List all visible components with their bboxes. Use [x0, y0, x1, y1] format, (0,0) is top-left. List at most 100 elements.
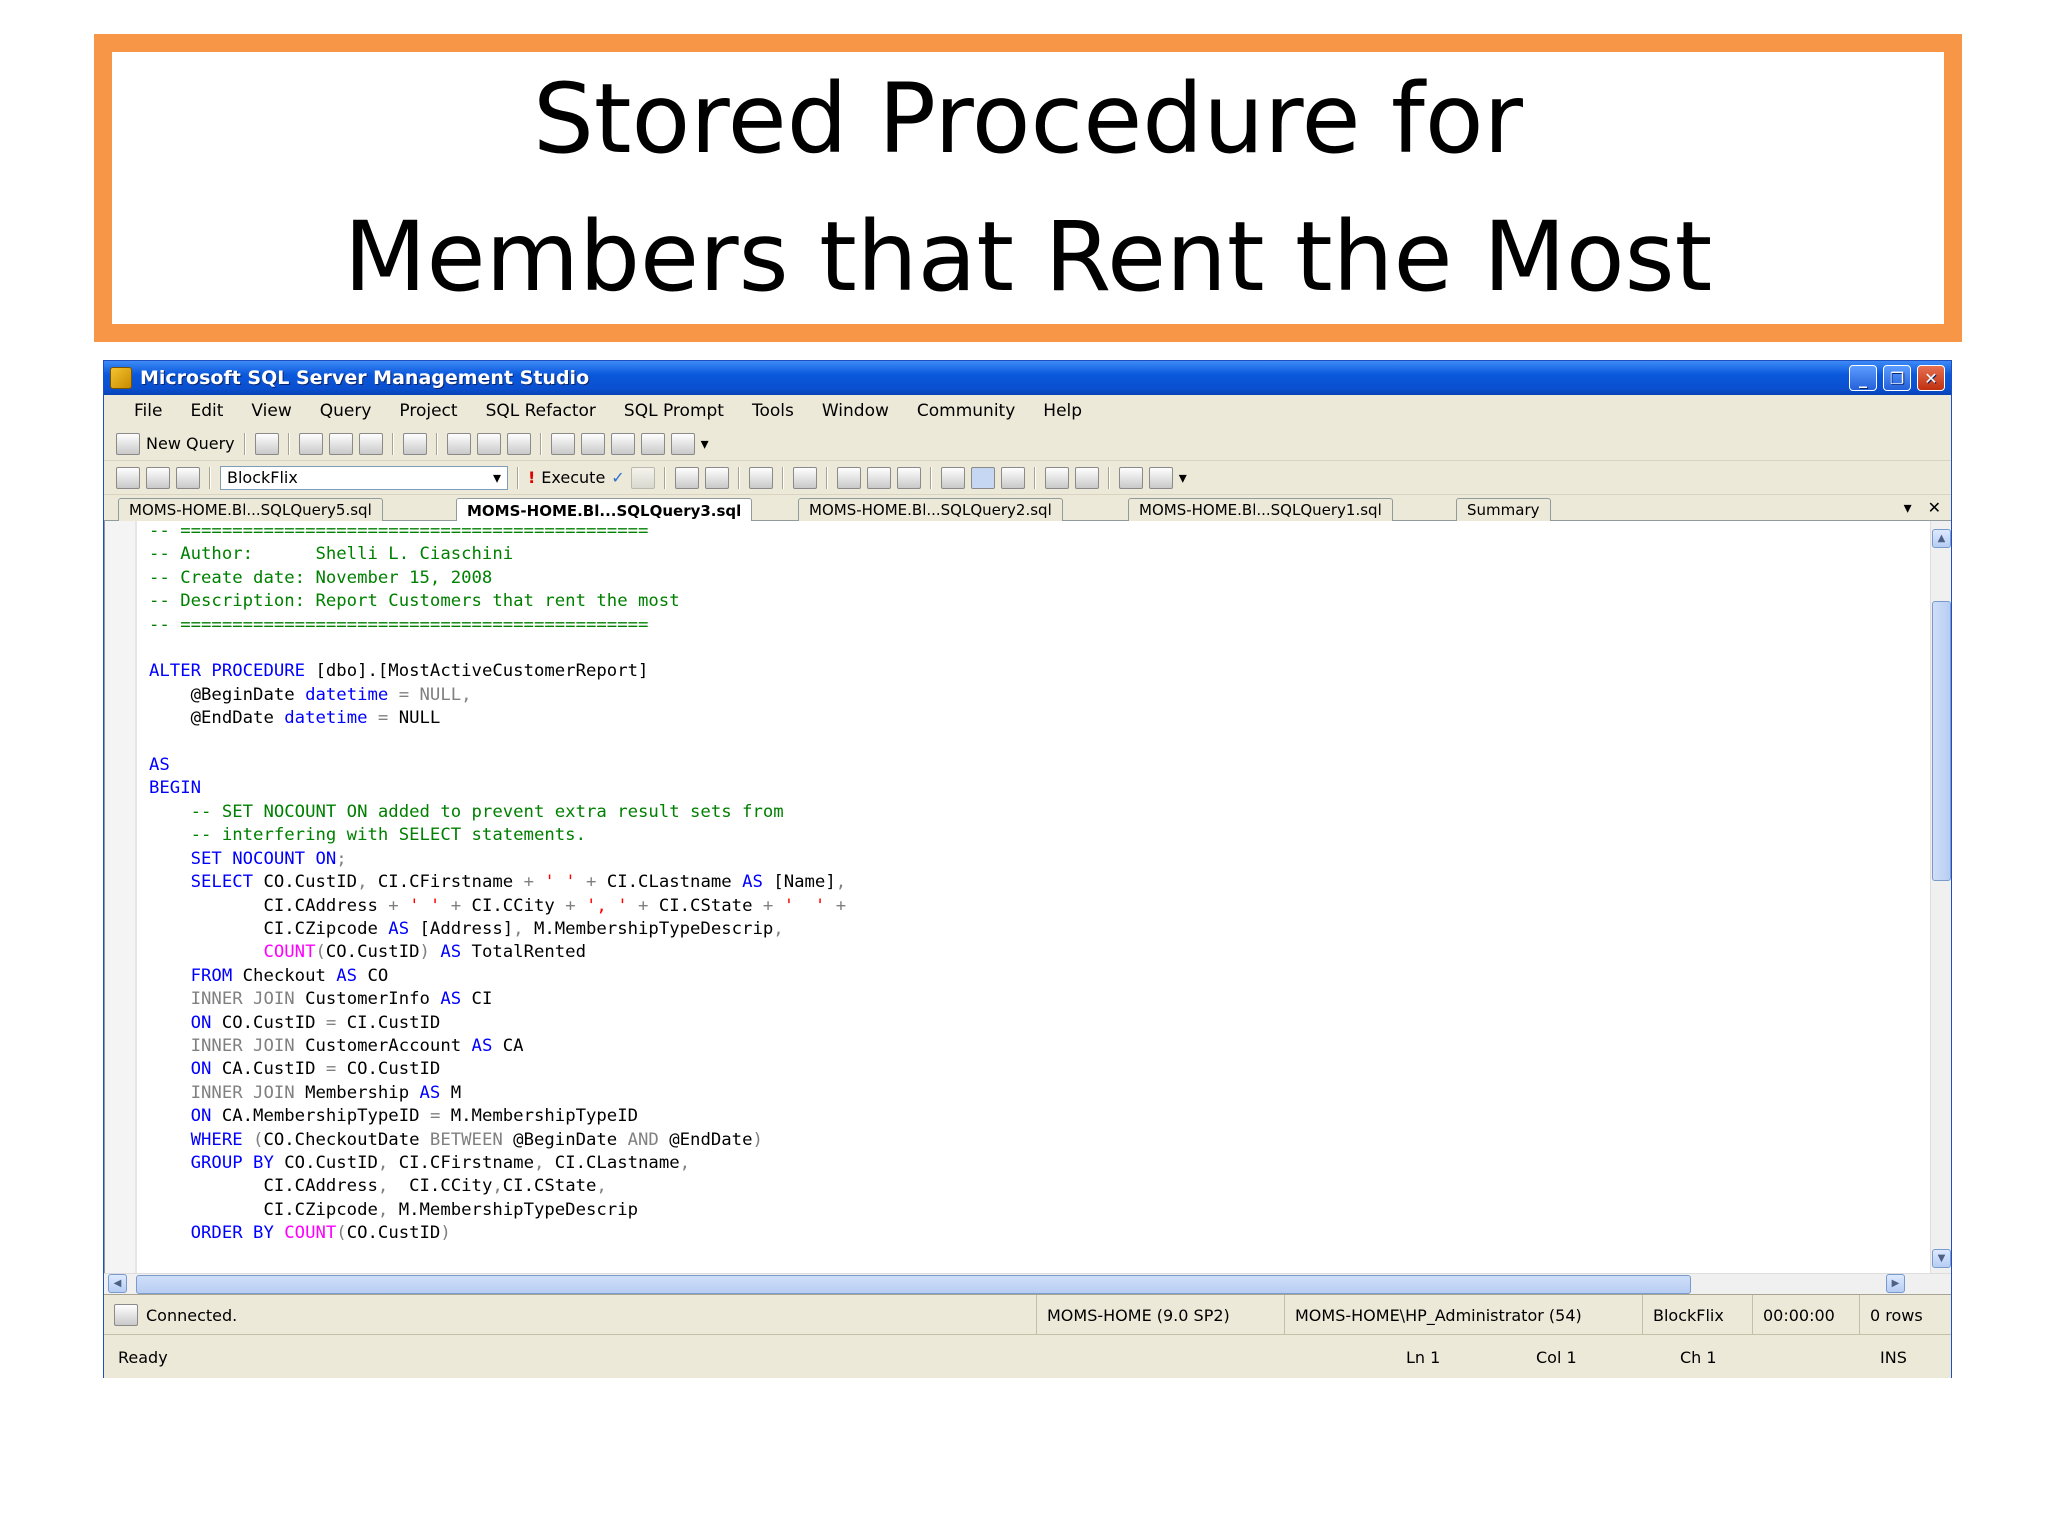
code-line[interactable]: CI.CZipcode AS [Address], M.MembershipTy… — [149, 918, 846, 941]
code-line[interactable]: ON CA.MembershipTypeID = M.MembershipTyp… — [149, 1105, 846, 1128]
code-line[interactable]: -- =====================================… — [149, 614, 846, 637]
object-explorer-icon[interactable] — [580, 432, 605, 455]
code-line[interactable]: ON CA.CustID = CO.CustID — [149, 1058, 846, 1081]
code-line[interactable]: ALTER PROCEDURE [dbo].[MostActiveCustome… — [149, 660, 846, 683]
execute-button[interactable]: Execute — [541, 468, 605, 487]
code-line[interactable]: SET NOCOUNT ON; — [149, 848, 846, 871]
menu-sql-prompt[interactable]: SQL Prompt — [612, 401, 736, 421]
xmla-query-icon[interactable] — [358, 432, 383, 455]
execute-icon[interactable]: ! — [528, 468, 535, 487]
tab-sqlquery1[interactable]: MOMS-HOME.Bl...SQLQuery1.sql — [1128, 498, 1393, 521]
close-button[interactable]: ✕ — [1917, 365, 1945, 391]
sql-mobile-icon[interactable] — [402, 432, 427, 455]
code-line[interactable]: INNER JOIN Membership AS M — [149, 1082, 846, 1105]
template-explorer-icon[interactable] — [610, 432, 635, 455]
sql-editor[interactable]: -- =====================================… — [104, 521, 1932, 1273]
menu-sql-refactor[interactable]: SQL Refactor — [474, 401, 608, 421]
code-area[interactable]: -- =====================================… — [149, 521, 846, 1246]
results-to-file-icon[interactable] — [1000, 466, 1025, 489]
intellisense-icon[interactable] — [792, 466, 817, 489]
code-line[interactable]: WHERE (CO.CheckoutDate BETWEEN @BeginDat… — [149, 1129, 846, 1152]
include-actual-plan-icon[interactable] — [836, 466, 861, 489]
display-estimated-plan-icon[interactable] — [674, 466, 699, 489]
menu-community[interactable]: Community — [905, 401, 1027, 421]
new-file-icon[interactable] — [254, 432, 279, 455]
code-line[interactable]: @EndDate datetime = NULL — [149, 707, 846, 730]
code-line[interactable] — [149, 637, 846, 660]
code-line[interactable]: @BeginDate datetime = NULL, — [149, 684, 846, 707]
code-line[interactable]: -- Description: Report Customers that re… — [149, 590, 846, 613]
scroll-left-icon[interactable]: ◀ — [108, 1274, 127, 1293]
new-query-button[interactable]: New Query — [146, 434, 235, 453]
vertical-scrollbar[interactable]: ▲ ▼ — [1930, 521, 1951, 1273]
menu-help[interactable]: Help — [1031, 401, 1094, 421]
code-line[interactable]: -- Create date: November 15, 2008 — [149, 567, 846, 590]
tab-sqlquery3[interactable]: MOMS-HOME.Bl...SQLQuery3.sql — [456, 498, 753, 522]
menu-view[interactable]: View — [239, 401, 303, 421]
code-line[interactable]: -- Author: Shelli L. Ciaschini — [149, 543, 846, 566]
code-line[interactable]: CI.CZipcode, M.MembershipTypeDescrip — [149, 1199, 846, 1222]
toolbox-icon[interactable] — [670, 432, 695, 455]
save-all-icon[interactable] — [506, 432, 531, 455]
menu-file[interactable]: File — [122, 401, 174, 421]
maximize-button[interactable]: ❐ — [1883, 365, 1911, 391]
tab-list-dropdown-icon[interactable]: ▾ — [1904, 498, 1912, 517]
code-line[interactable]: CI.CAddress, CI.CCity,CI.CState, — [149, 1175, 846, 1198]
database-select[interactable]: BlockFlix ▾ — [220, 465, 508, 490]
uncomment-icon[interactable] — [1074, 466, 1099, 489]
code-line[interactable]: AS — [149, 754, 846, 777]
code-line[interactable]: -- SET NOCOUNT ON added to prevent extra… — [149, 801, 846, 824]
code-line[interactable]: INNER JOIN CustomerAccount AS CA — [149, 1035, 846, 1058]
results-to-grid-icon[interactable] — [970, 466, 995, 489]
tab-sqlquery2[interactable]: MOMS-HOME.Bl...SQLQuery2.sql — [798, 498, 1063, 521]
code-line[interactable]: -- =====================================… — [149, 521, 846, 543]
cancel-query-icon[interactable] — [630, 466, 655, 489]
code-line[interactable] — [149, 731, 846, 754]
code-line[interactable]: ON CO.CustID = CI.CustID — [149, 1012, 846, 1035]
code-line[interactable]: -- interfering with SELECT statements. — [149, 824, 846, 847]
tab-summary[interactable]: Summary — [1456, 498, 1551, 521]
toolbar-overflow-icon[interactable]: ▾ — [1179, 468, 1187, 487]
results-to-text-icon[interactable] — [940, 466, 965, 489]
outdent-icon[interactable] — [1118, 466, 1143, 489]
scroll-right-icon[interactable]: ▶ — [1886, 1274, 1905, 1293]
menu-window[interactable]: Window — [810, 401, 901, 421]
properties-icon[interactable] — [640, 432, 665, 455]
new-query-icon[interactable] — [116, 432, 140, 455]
scroll-up-icon[interactable]: ▲ — [1932, 529, 1951, 548]
save-icon[interactable] — [476, 432, 501, 455]
menu-query[interactable]: Query — [308, 401, 384, 421]
code-line[interactable]: GROUP BY CO.CustID, CI.CFirstname, CI.CL… — [149, 1152, 846, 1175]
indent-icon[interactable] — [1148, 466, 1173, 489]
open-file-icon[interactable] — [446, 432, 471, 455]
code-line[interactable]: BEGIN — [149, 777, 846, 800]
toolbar-overflow-icon[interactable]: ▾ — [701, 434, 709, 453]
query-options-icon[interactable] — [704, 466, 729, 489]
design-query-icon[interactable] — [748, 466, 773, 489]
menu-edit[interactable]: Edit — [178, 401, 235, 421]
scroll-down-icon[interactable]: ▼ — [1932, 1249, 1951, 1268]
close-tab-icon[interactable]: ✕ — [1928, 498, 1941, 517]
code-line[interactable]: CI.CAddress + ' ' + CI.CCity + ', ' + CI… — [149, 895, 846, 918]
comment-icon[interactable] — [1044, 466, 1069, 489]
code-line[interactable]: COUNT(CO.CustID) AS TotalRented — [149, 941, 846, 964]
registered-servers-icon[interactable] — [550, 432, 575, 455]
connect-icon[interactable] — [116, 466, 140, 489]
disconnect-icon[interactable] — [146, 466, 170, 489]
horizontal-scroll-thumb[interactable] — [136, 1275, 1691, 1294]
menu-project[interactable]: Project — [387, 401, 469, 421]
tab-sqlquery5[interactable]: MOMS-HOME.Bl...SQLQuery5.sql — [118, 498, 383, 521]
code-line[interactable]: FROM Checkout AS CO — [149, 965, 846, 988]
dmx-query-icon[interactable] — [328, 432, 353, 455]
code-line[interactable]: SELECT CO.CustID, CI.CFirstname + ' ' + … — [149, 871, 847, 894]
parse-check-icon[interactable]: ✓ — [611, 468, 624, 487]
vertical-scroll-thumb[interactable] — [1932, 601, 1951, 881]
include-client-statistics-icon[interactable] — [866, 466, 891, 489]
change-connection-icon[interactable] — [176, 466, 200, 489]
specify-template-values-icon[interactable] — [896, 466, 921, 489]
menu-tools[interactable]: Tools — [740, 401, 806, 421]
code-line[interactable]: INNER JOIN CustomerInfo AS CI — [149, 988, 846, 1011]
minimize-button[interactable]: _ — [1849, 365, 1877, 391]
horizontal-scrollbar[interactable]: ◀ ▶ — [104, 1273, 1951, 1294]
code-line[interactable]: ORDER BY COUNT(CO.CustID) — [149, 1222, 846, 1245]
